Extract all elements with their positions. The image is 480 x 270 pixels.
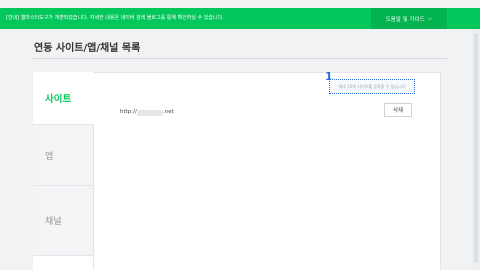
site-url-suffix[interactable]: .net [163, 109, 174, 115]
page-title: 연동 사이트/앱/채널 목록 [34, 43, 141, 54]
tab-channel[interactable]: 채널 [33, 185, 94, 256]
tab-site[interactable]: 사이트 [33, 72, 94, 124]
site-url-prefix[interactable]: http:// [120, 109, 137, 115]
delete-site-button[interactable]: 삭제 [384, 103, 412, 117]
site-limit-hint: 최대 10개 사이트를 등록할 수 있습니다 [329, 79, 415, 94]
scrollbar-thumb[interactable] [474, 33, 478, 263]
tab-app[interactable]: 앱 [33, 124, 94, 185]
help-guide-label: 도움말 및 가이드 [385, 16, 425, 23]
notice-text: [안내] 웹마스터도구가 개편되었습니다. 자세한 내용은 네이버 검색 블로그… [6, 15, 224, 21]
notice-bar: [안내] 웹마스터도구가 개편되었습니다. 자세한 내용은 네이버 검색 블로그… [0, 8, 480, 29]
title-divider [33, 58, 447, 59]
site-url-masked [137, 110, 163, 116]
scrollbar[interactable] [472, 29, 480, 270]
help-guide-button[interactable]: 도움말 및 가이드 ⌵ [371, 8, 447, 29]
chevron-down-icon: ⌵ [427, 14, 433, 22]
tab-filler [33, 256, 94, 270]
site-row: http:// .net 삭제 [120, 103, 412, 119]
content-panel [33, 72, 441, 270]
category-tabs: 사이트 앱 채널 [33, 72, 94, 270]
